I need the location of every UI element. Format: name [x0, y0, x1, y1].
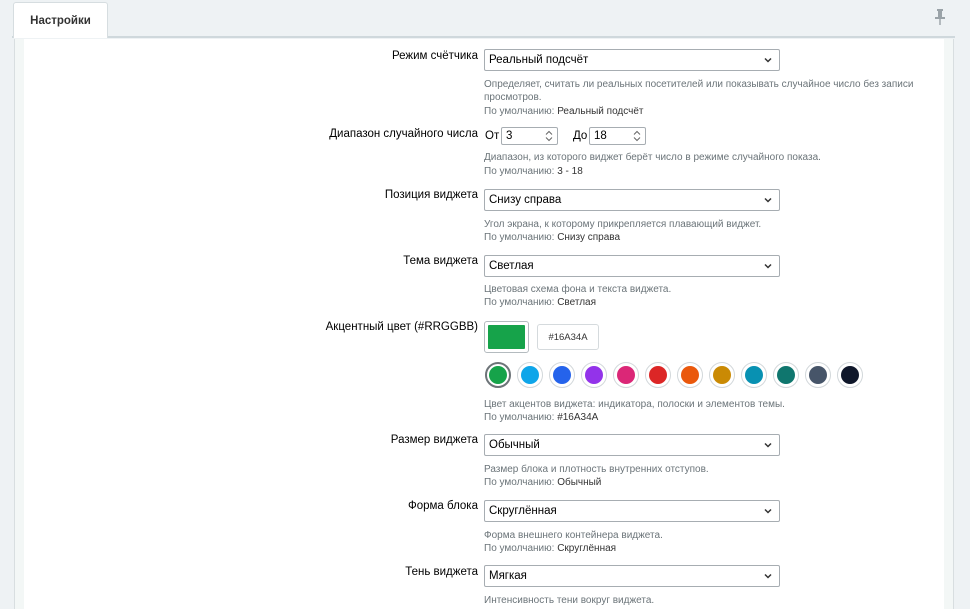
default-prefix: По умолчанию:: [484, 543, 555, 554]
shape-value: Скруглённая: [489, 505, 557, 517]
default-value: Реальный подсчёт: [557, 106, 644, 117]
range-from-label: От: [485, 130, 500, 142]
shadow-help: Интенсивность тени вокруг виджета.: [484, 595, 655, 606]
chevron-down-icon: [764, 573, 772, 579]
counter-mode-label: Режим счётчика: [391, 50, 478, 62]
accent-swatch[interactable]: [805, 362, 831, 388]
chevron-down-icon: [764, 57, 772, 63]
pin-icon[interactable]: [933, 8, 947, 26]
theme-help: Цветовая схема фона и текста виджета.: [484, 284, 672, 295]
position-default: По умолчанию: Снизу справа: [484, 232, 620, 243]
accent-color-picker[interactable]: [484, 321, 529, 353]
swatch-color: [681, 366, 699, 384]
accent-swatch[interactable]: [677, 362, 703, 388]
stepper-icon[interactable]: [631, 129, 643, 143]
shadow-label: Тень виджета: [405, 566, 478, 578]
theme-default: По умолчанию: Светлая: [484, 297, 596, 308]
position-select[interactable]: Снизу справа: [484, 189, 780, 211]
swatch-color: [777, 366, 795, 384]
range-to-label: До: [573, 130, 588, 142]
shadow-select[interactable]: Мягкая: [484, 565, 780, 587]
counter-mode-value: Реальный подсчёт: [489, 54, 589, 66]
tab-settings[interactable]: Настройки: [13, 2, 108, 38]
default-prefix: По умолчанию:: [484, 297, 555, 308]
default-value: #16A34A: [557, 412, 599, 423]
random-range-label: Диапазон случайного числа: [329, 128, 478, 140]
swatch-color: [809, 366, 827, 384]
accent-swatch[interactable]: [517, 362, 543, 388]
accent-swatch[interactable]: [837, 362, 863, 388]
accent-swatch[interactable]: [709, 362, 735, 388]
default-prefix: По умолчанию:: [484, 106, 555, 117]
range-from-value: 3: [506, 130, 513, 142]
accent-swatch[interactable]: [581, 362, 607, 388]
range-to-value: 18: [594, 130, 607, 142]
counter-mode-default: По умолчанию: Реальный подсчёт: [484, 106, 644, 117]
accent-swatch[interactable]: [549, 362, 575, 388]
default-value: Светлая: [557, 297, 597, 308]
default-value: Скруглённая: [557, 543, 617, 554]
accent-swatch[interactable]: [645, 362, 671, 388]
accent-help: Цвет акцентов виджета: индикатора, полос…: [484, 399, 785, 410]
theme-value: Светлая: [489, 260, 534, 272]
position-value: Снизу справа: [489, 194, 562, 206]
shape-label: Форма блока: [407, 500, 478, 512]
swatch-color: [553, 366, 571, 384]
position-label: Позиция виджета: [384, 189, 478, 201]
accent-default: По умолчанию: #16A34A: [484, 412, 598, 423]
theme-select[interactable]: Светлая: [484, 255, 780, 277]
counter-mode-select[interactable]: Реальный подсчёт: [484, 49, 780, 71]
random-range-help: Диапазон, из которого виджет берёт число…: [484, 152, 821, 163]
shape-select[interactable]: Скруглённая: [484, 500, 780, 522]
default-value: Снизу справа: [557, 232, 621, 243]
default-prefix: По умолчанию:: [484, 412, 555, 423]
swatch-color: [713, 366, 731, 384]
chevron-down-icon: [764, 442, 772, 448]
shape-default: По умолчанию: Скруглённая: [484, 543, 616, 554]
size-help: Размер блока и плотность внутренних отст…: [484, 464, 709, 475]
chevron-down-icon: [764, 197, 772, 203]
accent-swatch[interactable]: [773, 362, 799, 388]
accent-swatch[interactable]: [741, 362, 767, 388]
accent-swatch[interactable]: [485, 362, 511, 388]
tab-bar: Настройки: [12, 0, 955, 38]
stepper-icon[interactable]: [543, 129, 555, 143]
size-label: Размер виджета: [390, 434, 478, 446]
random-range-default: По умолчанию: 3 - 18: [484, 166, 583, 177]
theme-label: Тема виджета: [403, 255, 478, 267]
swatch-color: [617, 366, 635, 384]
accent-color-label: Акцентный цвет (#RRGGBB): [325, 321, 478, 333]
swatch-color: [745, 366, 763, 384]
position-help: Угол экрана, к которому прикрепляется пл…: [484, 219, 762, 230]
chevron-down-icon: [764, 263, 772, 269]
range-to-input[interactable]: 18: [589, 127, 646, 145]
accent-swatch[interactable]: [613, 362, 639, 388]
swatch-color: [841, 366, 859, 384]
shadow-value: Мягкая: [489, 570, 527, 582]
counter-mode-help: Определяет, считать ли реальных посетите…: [484, 79, 914, 103]
swatch-color: [649, 366, 667, 384]
swatch-color: [521, 366, 539, 384]
chevron-down-icon: [764, 508, 772, 514]
swatch-color: [585, 366, 603, 384]
default-value: Обычный: [557, 477, 602, 488]
size-value: Обычный: [489, 439, 540, 451]
swatch-color: [489, 366, 507, 384]
default-prefix: По умолчанию:: [484, 477, 555, 488]
size-select[interactable]: Обычный: [484, 434, 780, 456]
range-from-input[interactable]: 3: [501, 127, 558, 145]
default-prefix: По умолчанию:: [484, 166, 555, 177]
default-prefix: По умолчанию:: [484, 232, 555, 243]
default-value: 3 - 18: [557, 166, 583, 177]
accent-color-preview: [488, 325, 525, 349]
shape-help: Форма внешнего контейнера виджета.: [484, 530, 663, 541]
size-default: По умолчанию: Обычный: [484, 477, 601, 488]
accent-hex-input[interactable]: #16A34A: [537, 324, 599, 350]
